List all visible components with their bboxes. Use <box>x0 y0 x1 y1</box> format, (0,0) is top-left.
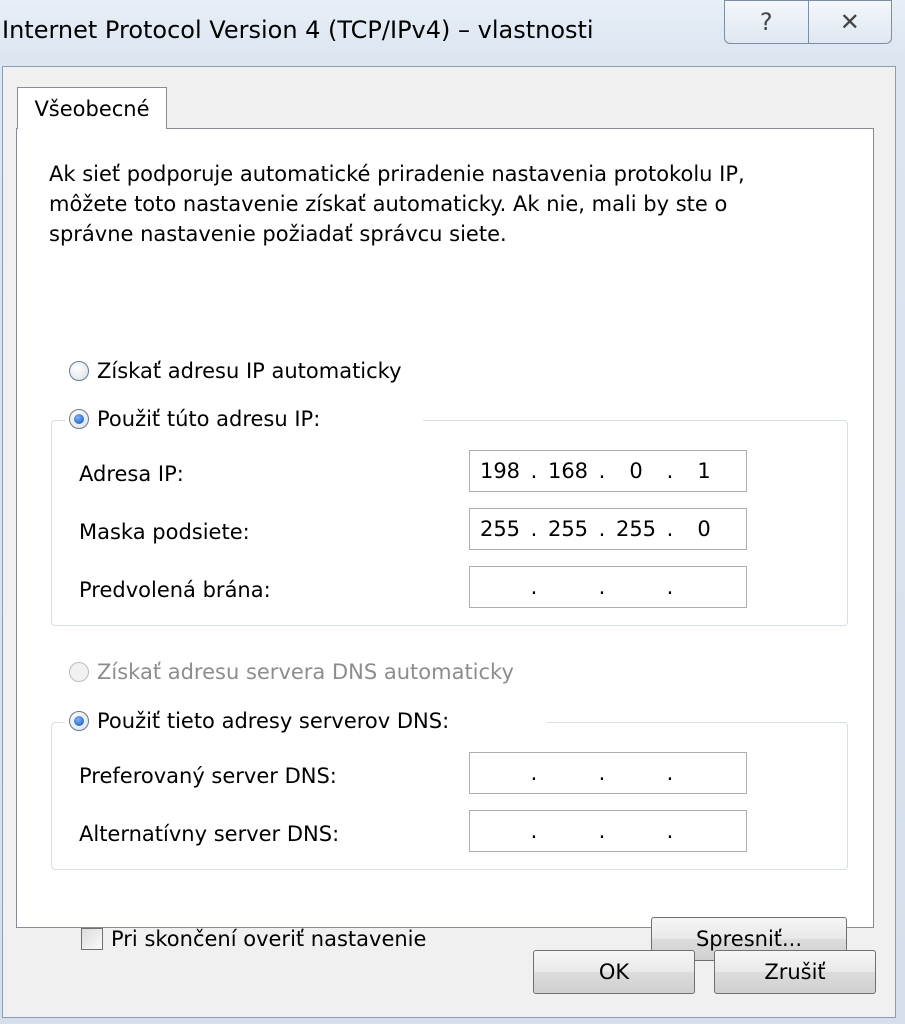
dialog-client-area: Všeobecné Ak sieť podporuje automatické … <box>2 66 896 1018</box>
dns-auto-radio[interactable] <box>69 662 89 682</box>
octet: 1 <box>697 459 711 483</box>
title-bar-buttons: ? ✕ <box>724 0 892 44</box>
ip-auto-radio[interactable] <box>69 361 89 381</box>
ip-address-label: Adresa IP: <box>79 462 184 486</box>
octet-separator: . <box>598 761 606 785</box>
title-bar: Internet Protocol Version 4 (TCP/IPv4) –… <box>0 0 905 66</box>
ok-button[interactable]: OK <box>533 950 695 994</box>
octet: 255 <box>479 517 521 541</box>
subnet-mask-input[interactable]: 255. 255. 255. 0 <box>469 508 747 550</box>
default-gateway-input[interactable]: . . . <box>469 566 747 608</box>
octet-separator: . <box>530 761 538 785</box>
dns-manual-radio-label: Použiť tieto adresy serverov DNS: <box>97 709 450 733</box>
ip-auto-radio-label: Získať adresu IP automaticky <box>97 359 402 383</box>
tab-general-label: Všeobecné <box>34 96 150 121</box>
octet-separator: . <box>598 459 606 483</box>
close-button[interactable]: ✕ <box>808 0 892 44</box>
validate-checkbox[interactable] <box>81 928 103 950</box>
ip-manual-radio[interactable] <box>69 409 89 429</box>
ip-manual-radio-row[interactable]: Použiť túto adresu IP: <box>69 407 320 431</box>
ipv4-properties-dialog: Internet Protocol Version 4 (TCP/IPv4) –… <box>0 0 905 1024</box>
preferred-dns-input[interactable]: . . . <box>469 752 747 794</box>
subnet-mask-label: Maska podsiete: <box>79 520 250 544</box>
octet: 198 <box>479 459 521 483</box>
description-line: môžete toto nastavenie získať automatick… <box>49 192 728 216</box>
advanced-button-label: Spresniť... <box>695 927 803 951</box>
octet-separator: . <box>530 575 538 599</box>
cancel-button-label: Zrušiť <box>764 960 826 984</box>
ip-address-input[interactable]: 198. 168. 0. 1 <box>469 450 747 492</box>
help-icon: ? <box>759 8 773 36</box>
octet-separator: . <box>666 517 674 541</box>
description-line: Ak sieť podporuje automatické priradenie… <box>49 162 745 186</box>
octet: 168 <box>547 459 589 483</box>
octet: 0 <box>629 459 643 483</box>
alternate-dns-input[interactable]: . . . <box>469 810 747 852</box>
dns-manual-radio-row[interactable]: Použiť tieto adresy serverov DNS: <box>69 709 449 733</box>
description-line: správne nastavenie požiadať správcu siet… <box>49 222 507 246</box>
close-icon: ✕ <box>839 8 860 36</box>
dns-auto-radio-row[interactable]: Získať adresu servera DNS automaticky <box>69 660 514 684</box>
octet-separator: . <box>530 459 538 483</box>
default-gateway-label: Predvolená brána: <box>79 578 271 602</box>
validate-checkbox-row[interactable]: Pri skončení overiť nastavenie <box>81 927 426 951</box>
octet-separator: . <box>530 819 538 843</box>
tab-panel-general: Ak sieť podporuje automatické priradenie… <box>16 128 874 961</box>
octet-separator: . <box>666 459 674 483</box>
octet: 255 <box>547 517 589 541</box>
ip-auto-radio-row[interactable]: Získať adresu IP automaticky <box>69 359 402 383</box>
octet-separator: . <box>598 517 606 541</box>
octet-separator: . <box>666 819 674 843</box>
dns-manual-radio[interactable] <box>69 711 89 731</box>
cancel-button[interactable]: Zrušiť <box>714 950 876 994</box>
octet-separator: . <box>598 819 606 843</box>
octet-separator: . <box>598 575 606 599</box>
help-button[interactable]: ? <box>724 0 809 44</box>
window-title: Internet Protocol Version 4 (TCP/IPv4) –… <box>2 16 594 44</box>
octet-separator: . <box>666 575 674 599</box>
octet-separator: . <box>666 761 674 785</box>
description-text: Ak sieť podporuje automatické priradenie… <box>49 159 829 249</box>
octet: 255 <box>615 517 657 541</box>
octet: 0 <box>697 517 711 541</box>
dns-auto-radio-label: Získať adresu servera DNS automaticky <box>97 660 514 684</box>
preferred-dns-label: Preferovaný server DNS: <box>79 764 337 788</box>
alternate-dns-label: Alternatívny server DNS: <box>79 822 340 846</box>
ip-manual-radio-label: Použiť túto adresu IP: <box>97 407 321 431</box>
octet-separator: . <box>530 517 538 541</box>
validate-checkbox-label: Pri skončení overiť nastavenie <box>111 927 427 951</box>
tab-general[interactable]: Všeobecné <box>17 87 167 129</box>
ok-button-label: OK <box>598 960 630 984</box>
